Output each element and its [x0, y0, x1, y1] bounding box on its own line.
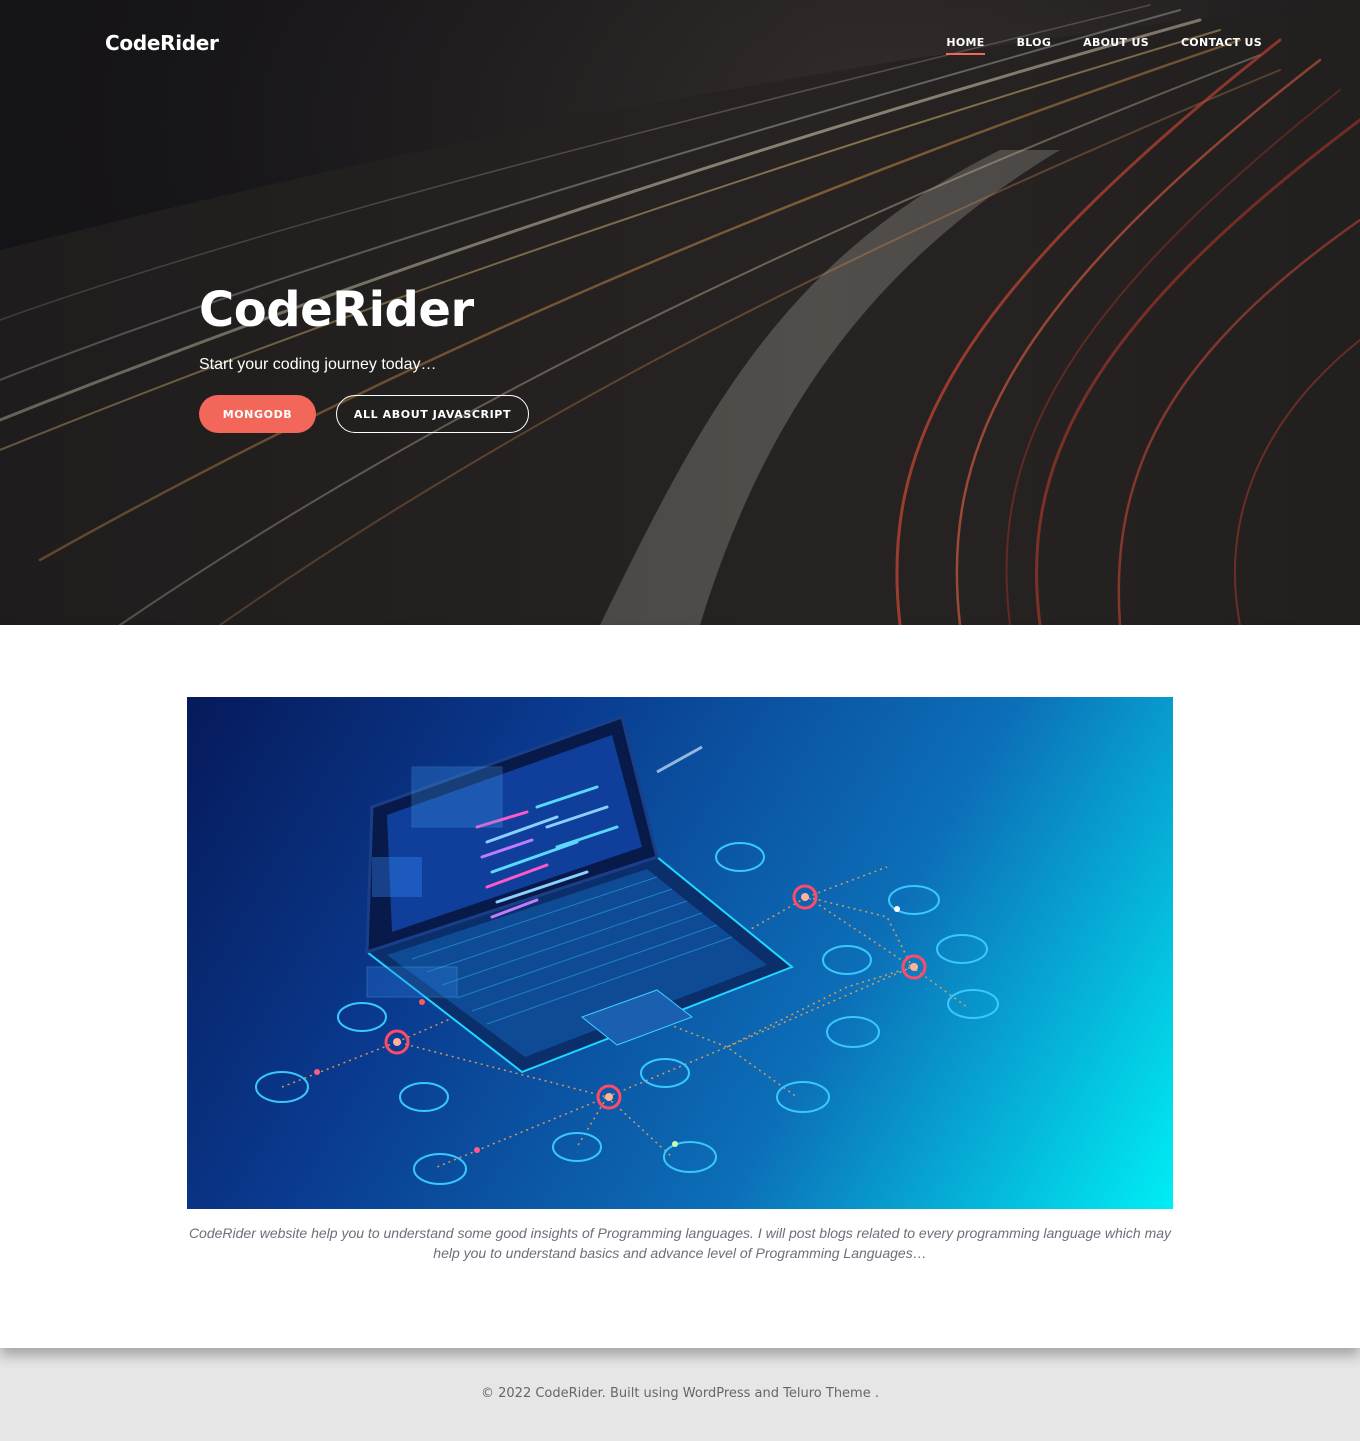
hero-section: CodeRider HOME BLOG ABOUT US CONTACT US …: [0, 0, 1360, 625]
footer-text: © 2022 CodeRider. Built using WordPress …: [481, 1386, 879, 1401]
laptop-network-illustration: [255, 715, 999, 1185]
mongodb-button[interactable]: MONGODB: [199, 395, 316, 433]
nav-item-about-us[interactable]: ABOUT US: [1083, 36, 1149, 55]
intro-caption: CodeRider website help you to understand…: [188, 1225, 1172, 1261]
hero-title: CodeRider: [199, 282, 474, 338]
main-content: CodeRider website help you to understand…: [0, 625, 1360, 1348]
hero-subtitle: Start your coding journey today…: [199, 356, 437, 373]
nav-item-contact-us[interactable]: CONTACT US: [1181, 36, 1262, 55]
nav-item-blog[interactable]: BLOG: [1017, 36, 1052, 55]
main-nav: HOME BLOG ABOUT US CONTACT US: [914, 36, 1262, 55]
javascript-button[interactable]: ALL ABOUT JAVASCRIPT: [336, 395, 529, 433]
featured-image: [187, 697, 1173, 1209]
site-logo[interactable]: CodeRider: [105, 31, 219, 55]
nav-item-home[interactable]: HOME: [946, 36, 985, 55]
